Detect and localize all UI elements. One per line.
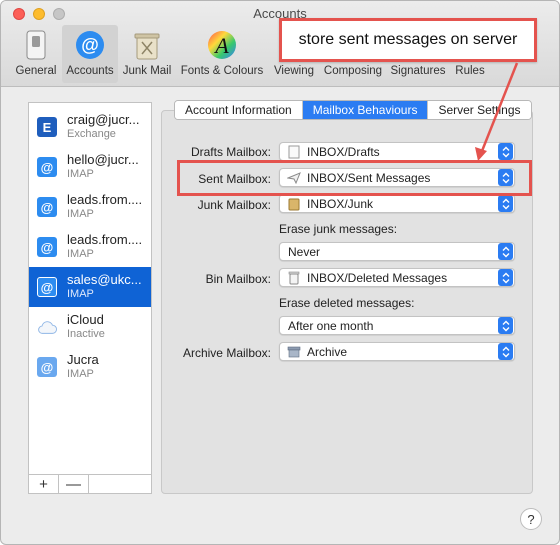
accounts-window: Accounts General @ Accounts Junk Mail A …	[0, 0, 560, 545]
annotation-arrow	[475, 62, 519, 161]
